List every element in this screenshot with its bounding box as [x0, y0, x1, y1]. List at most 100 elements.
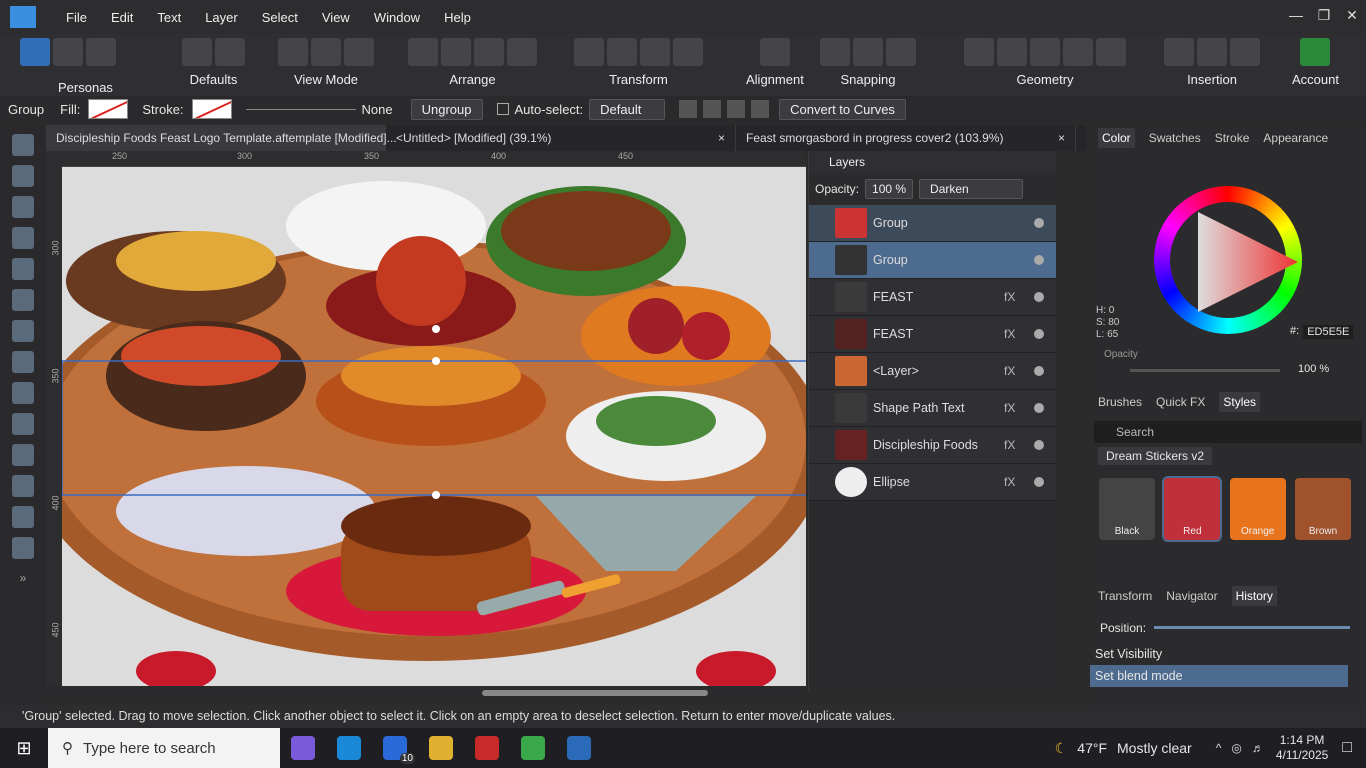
insert-top-icon[interactable] [1197, 38, 1227, 66]
chrome-icon[interactable] [521, 736, 545, 760]
menu-file[interactable]: File [54, 10, 99, 25]
place-image-icon[interactable] [12, 475, 34, 497]
view-mode-1-icon[interactable] [278, 38, 308, 66]
layers-title[interactable]: Layers [809, 151, 1056, 173]
more-tools-icon[interactable]: » [0, 571, 46, 585]
export-persona-icon[interactable] [86, 38, 116, 66]
visibility-icon[interactable] [1034, 218, 1044, 228]
rotate-right-icon[interactable] [673, 38, 703, 66]
pixel-persona-icon[interactable] [53, 38, 83, 66]
arrange-forward-icon[interactable] [474, 38, 504, 66]
color-opacity-slider[interactable] [1130, 369, 1280, 372]
document-canvas[interactable] [46, 151, 806, 686]
visibility-icon[interactable] [1034, 255, 1044, 265]
align-icon[interactable] [759, 38, 790, 66]
snapping-magnet-icon[interactable] [886, 38, 916, 66]
history-item[interactable]: Set Visibility [1090, 643, 1348, 665]
pen-tool-icon[interactable] [12, 289, 34, 311]
arrange-back-icon[interactable] [408, 38, 438, 66]
opacity-field[interactable]: 100 % [865, 179, 914, 199]
insert-behind-icon[interactable] [1164, 38, 1194, 66]
menu-layer[interactable]: Layer [193, 10, 250, 25]
snap-2-icon[interactable] [853, 38, 883, 66]
origin-icon[interactable] [679, 100, 698, 118]
designer-persona-icon[interactable] [20, 38, 50, 66]
fill-tool-icon[interactable] [12, 413, 34, 435]
transparency-tool-icon[interactable] [12, 444, 34, 466]
tab-close-icon[interactable]: × [718, 125, 725, 151]
geometry-xor-icon[interactable] [1063, 38, 1093, 66]
security-icon[interactable] [475, 736, 499, 760]
copilot-icon[interactable] [291, 736, 315, 760]
tab-swatches[interactable]: Swatches [1149, 131, 1201, 145]
layer-row[interactable]: Group [809, 205, 1056, 242]
close-icon[interactable]: ✕ [1338, 0, 1366, 34]
layer-row[interactable]: Shape Path Text fX [809, 390, 1056, 427]
tab-stroke[interactable]: Stroke [1215, 131, 1250, 145]
fx-icon[interactable]: fX [1004, 364, 1034, 378]
menu-edit[interactable]: Edit [99, 10, 145, 25]
pencil-tool-icon[interactable] [12, 320, 34, 342]
style-swatch-orange[interactable]: Orange [1229, 478, 1286, 540]
fill-swatch[interactable] [88, 99, 129, 119]
history-item-selected[interactable]: Set blend mode [1090, 665, 1348, 687]
fx-icon[interactable]: fX [1004, 475, 1034, 489]
crop-tool-icon[interactable] [12, 506, 34, 528]
menu-help[interactable]: Help [432, 10, 483, 25]
styles-search-input[interactable]: Search [1094, 421, 1362, 443]
move-tool-icon[interactable] [12, 134, 34, 156]
scroll-thumb[interactable] [482, 690, 708, 696]
ungroup-button[interactable]: Ungroup [410, 98, 483, 120]
menu-view[interactable]: View [310, 10, 362, 25]
space-icon[interactable] [727, 100, 746, 118]
notification-icon[interactable]: □ [1342, 739, 1352, 757]
autoselect-dropdown[interactable]: Default [589, 98, 666, 120]
style-swatch-red[interactable]: Red [1162, 476, 1223, 542]
styles-category-dropdown[interactable]: Dream Stickers v2 [1098, 447, 1213, 465]
rotate-left-icon[interactable] [640, 38, 670, 66]
chevron-up-icon[interactable]: ^ [1216, 741, 1222, 755]
paint-brush-icon[interactable] [12, 382, 34, 404]
clock[interactable]: 1:14 PM 4/11/2025 [1276, 733, 1329, 763]
volume-icon[interactable]: ♬ [1252, 741, 1264, 755]
geometry-divide-icon[interactable] [1096, 38, 1126, 66]
tab-discipleship-foods[interactable]: Discipleship Foods Feast Logo Template.a… [46, 125, 397, 151]
fx-icon[interactable]: fX [1004, 401, 1034, 415]
tab-navigator[interactable]: Navigator [1166, 589, 1217, 603]
tab-untitled[interactable]: <Untitled> [Modified] (39.1%) × [386, 125, 736, 151]
snap-1-icon[interactable] [820, 38, 850, 66]
view-mode-2-icon[interactable] [311, 38, 341, 66]
layer-row[interactable]: FEAST fX [809, 316, 1056, 353]
history-position-slider[interactable] [1154, 626, 1350, 629]
layer-row[interactable]: Ellipse fX [809, 464, 1056, 501]
style-swatch-black[interactable]: Black [1099, 478, 1155, 540]
restore-icon[interactable]: ❐ [1310, 0, 1338, 34]
menu-text[interactable]: Text [145, 10, 193, 25]
color-opacity-value[interactable]: 100 % [1298, 363, 1329, 375]
tab-history[interactable]: History [1231, 586, 1277, 606]
hex-field[interactable]: #: ED5E5E [1290, 325, 1354, 339]
personas-group[interactable]: Personas [20, 38, 116, 95]
visibility-icon[interactable] [1034, 403, 1044, 413]
tab-quick-fx[interactable]: Quick FX [1156, 395, 1205, 409]
geometry-intersect-icon[interactable] [1030, 38, 1060, 66]
tab-appearance[interactable]: Appearance [1263, 131, 1328, 145]
weather-widget[interactable]: ☾ 47°F Mostly clear [1055, 740, 1192, 757]
visibility-icon[interactable] [1034, 440, 1044, 450]
tab-brushes[interactable]: Brushes [1098, 395, 1142, 409]
vertical-ruler[interactable]: 300 350 400 450 [46, 151, 62, 686]
geometry-subtract-icon[interactable] [997, 38, 1027, 66]
layer-row[interactable]: <Layer> fX [809, 353, 1056, 390]
tab-styles[interactable]: Styles [1219, 392, 1261, 412]
tab-transform[interactable]: Transform [1098, 589, 1152, 603]
horizontal-scrollbar[interactable] [46, 686, 806, 700]
edge-icon[interactable] [337, 736, 361, 760]
artboard-tool-icon[interactable] [12, 165, 34, 187]
stroke-width-slider[interactable] [245, 108, 356, 110]
arrange-backward-icon[interactable] [441, 38, 471, 66]
taskbar-search[interactable]: ⚲ Type here to search [48, 728, 280, 768]
fx-icon[interactable]: fX [1004, 327, 1034, 341]
blend-mode-dropdown[interactable]: Darken [919, 179, 1024, 199]
visibility-icon[interactable] [1034, 292, 1044, 302]
autoselect-checkbox[interactable] [496, 103, 509, 115]
